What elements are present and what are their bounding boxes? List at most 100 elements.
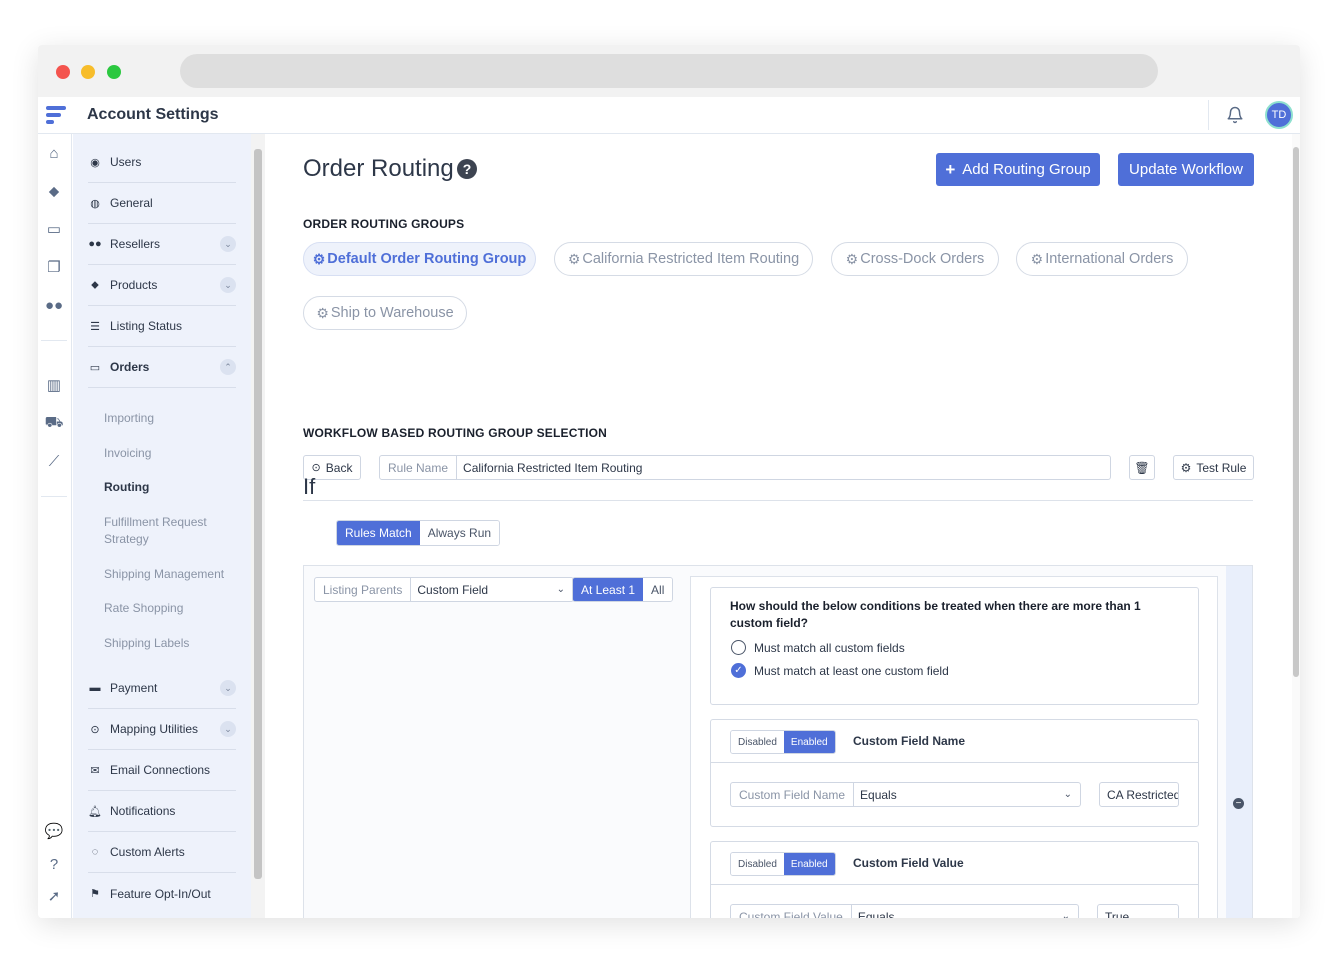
sidebar-subitem-importing[interactable]: Importing — [104, 410, 234, 427]
enabled-option[interactable]: Enabled — [783, 731, 835, 753]
sidebar-item-mapping-utilities[interactable]: ⊙ Mapping Utilities ⌄ — [88, 709, 236, 750]
bars-icon: ☰ — [90, 320, 100, 333]
sidebar-subitem-rate-shopping[interactable]: Rate Shopping — [104, 600, 234, 617]
section-divider — [303, 500, 1253, 501]
rocket-icon[interactable]: ➚ — [45, 887, 63, 905]
main-scrollbar-thumb[interactable] — [1293, 147, 1299, 677]
value-input[interactable]: True — [1097, 904, 1179, 918]
sidebar-item-resellers[interactable]: ●● Resellers ⌄ — [88, 224, 236, 265]
chevron-down-icon: ⌄ — [556, 584, 565, 595]
card-header: Disabled Enabled Custom Field Value — [711, 842, 1198, 885]
match-any-radio[interactable]: ✓ — [731, 663, 746, 678]
sidebar-item-payment[interactable]: ▬ Payment ⌄ — [88, 668, 236, 709]
operator-dropdown[interactable]: Equals ⌄ — [854, 783, 1080, 806]
operator-dropdown[interactable]: Equals ⌄ — [852, 905, 1078, 919]
sidebar-item-orders[interactable]: ▭ Orders ⌃ — [88, 347, 236, 388]
operator-value: Equals — [860, 787, 897, 802]
update-workflow-button[interactable]: Update Workflow — [1118, 153, 1254, 186]
sidebar-item-general[interactable]: ◍ General — [88, 183, 236, 224]
credit-card-icon: ▬ — [89, 682, 101, 694]
users-icon[interactable]: ●● — [45, 296, 63, 314]
address-bar[interactable] — [180, 54, 1158, 88]
chevron-down-icon[interactable]: ⌄ — [220, 721, 236, 737]
chat-icon[interactable]: 💬 — [45, 822, 64, 840]
tag-icon: ⬥ — [91, 278, 99, 291]
disabled-option[interactable]: Disabled — [731, 853, 784, 875]
sidebar-subitem-shipping-management[interactable]: Shipping Management — [104, 566, 234, 583]
value-input[interactable]: CA Restricted — [1099, 782, 1179, 807]
match-count-toggle: At Least 1 All — [572, 577, 674, 602]
routing-group-pill[interactable]: ⚙ International Orders — [1016, 242, 1188, 276]
sidebar-subitem-invoicing[interactable]: Invoicing — [104, 445, 234, 462]
inbox-icon: ▭ — [89, 361, 101, 374]
enabled-option[interactable]: Enabled — [783, 853, 835, 875]
chart-line-icon[interactable]: ⟋ — [45, 452, 63, 470]
operator-select[interactable]: Custom Field Value Equals ⌄ — [730, 904, 1079, 918]
maximize-window-button[interactable] — [107, 65, 121, 79]
operator-select[interactable]: Custom Field Name Equals ⌄ — [730, 782, 1081, 807]
gear-icon: ⚙ — [845, 250, 859, 267]
sidebar-item-products[interactable]: ⬥ Products ⌄ — [88, 265, 236, 306]
sidebar-item-users[interactable]: ◉ Users — [88, 142, 236, 183]
routing-group-pill[interactable]: ⚙ Default Order Routing Group — [303, 242, 536, 276]
rule-name-input[interactable]: California Restricted Item Routing — [457, 456, 1110, 479]
routing-group-label: Default Order Routing Group — [327, 251, 527, 267]
routing-group-label: Cross-Dock Orders — [860, 251, 985, 267]
tag-icon[interactable]: ⬥ — [45, 182, 63, 200]
inbox-icon[interactable]: ▭ — [45, 220, 63, 238]
sidebar-subitem-shipping-labels[interactable]: Shipping Labels — [104, 635, 234, 652]
workflow-routing-heading: WORKFLOW BASED ROUTING GROUP SELECTION — [303, 426, 608, 440]
add-routing-group-button[interactable]: + Add Routing Group — [936, 153, 1100, 186]
chevron-up-icon[interactable]: ⌃ — [220, 359, 236, 375]
rules-match-option[interactable]: Rules Match — [337, 521, 420, 545]
enabled-toggle: Disabled Enabled — [730, 852, 836, 876]
chevron-down-icon[interactable]: ⌄ — [220, 236, 236, 252]
sidebar-item-custom-alerts[interactable]: ◌ Custom Alerts — [88, 832, 236, 873]
gear-icon: ⚙ — [1030, 250, 1044, 267]
sidebar-item-listing-status[interactable]: ☰ Listing Status — [88, 306, 236, 347]
copy-icon[interactable]: ❐ — [45, 258, 63, 276]
disabled-option[interactable]: Disabled — [731, 731, 784, 753]
app-logo-icon[interactable] — [46, 104, 66, 126]
test-rule-button[interactable]: ⚙ Test Rule — [1173, 455, 1254, 480]
cart-icon[interactable]: ⛟ — [45, 414, 64, 432]
sidebar-item-label: Custom Alerts — [110, 845, 185, 859]
listing-parents-select[interactable]: Listing Parents Custom Field ⌄ — [314, 577, 574, 602]
sidebar-item-notifications[interactable]: 🔔︎ Notifications — [88, 791, 236, 832]
conditions-panel: How should the below conditions be treat… — [690, 576, 1218, 918]
building-icon[interactable]: ▥ — [45, 376, 63, 394]
user-avatar[interactable]: TD — [1265, 101, 1293, 129]
chevron-down-icon[interactable]: ⌄ — [220, 277, 236, 293]
app-header: Account Settings TD — [38, 97, 1300, 134]
routing-group-pill[interactable]: ⚙ California Restricted Item Routing — [554, 242, 813, 276]
close-window-button[interactable] — [56, 65, 70, 79]
home-icon[interactable]: ⌂ — [45, 144, 63, 162]
match-all-radio[interactable] — [731, 640, 746, 655]
sidebar-item-feature-opt-in-out[interactable]: ⚑ Feature Opt-In/Out — [88, 873, 236, 914]
sidebar-item-label: Feature Opt-In/Out — [110, 886, 211, 901]
routing-group-pill[interactable]: ⚙ Cross-Dock Orders — [831, 242, 999, 276]
rule-name-field[interactable]: Rule Name California Restricted Item Rou… — [379, 455, 1111, 480]
question-icon[interactable]: ? — [45, 855, 63, 873]
at-least-one-option[interactable]: At Least 1 — [573, 578, 644, 601]
sidebar-scrollbar-thumb[interactable] — [254, 149, 262, 879]
chevron-down-icon: ⌄ — [1061, 911, 1070, 918]
routing-group-label: Ship to Warehouse — [330, 305, 454, 321]
rail-divider — [41, 340, 67, 341]
routing-group-pill[interactable]: ⚙ Ship to Warehouse — [303, 296, 467, 330]
sidebar-subitem-routing[interactable]: Routing — [104, 479, 234, 496]
settings-sidebar: ◉ Users ◍ General ●● Resellers ⌄ ⬥ Produ… — [73, 134, 251, 918]
sidebar-subitem-fulfillment-request-strategy[interactable]: Fulfillment Request Strategy — [104, 514, 234, 548]
minimize-window-button[interactable] — [81, 65, 95, 79]
custom-field-select[interactable]: Custom Field ⌄ — [411, 578, 573, 601]
gear-icon: ⚙ — [312, 250, 326, 267]
chevron-down-icon[interactable]: ⌄ — [220, 680, 236, 696]
remove-condition-icon[interactable]: − — [1233, 798, 1244, 809]
help-circle-icon[interactable]: ? — [457, 159, 477, 179]
field-caption: Custom Field Name — [731, 783, 855, 806]
sidebar-item-email-connections[interactable]: ✉ Email Connections — [88, 750, 236, 791]
always-run-option[interactable]: Always Run — [419, 521, 500, 545]
notification-bell-icon[interactable] — [1226, 106, 1244, 124]
delete-rule-button[interactable]: 🗑︎ — [1129, 455, 1155, 480]
all-option[interactable]: All — [643, 578, 673, 601]
